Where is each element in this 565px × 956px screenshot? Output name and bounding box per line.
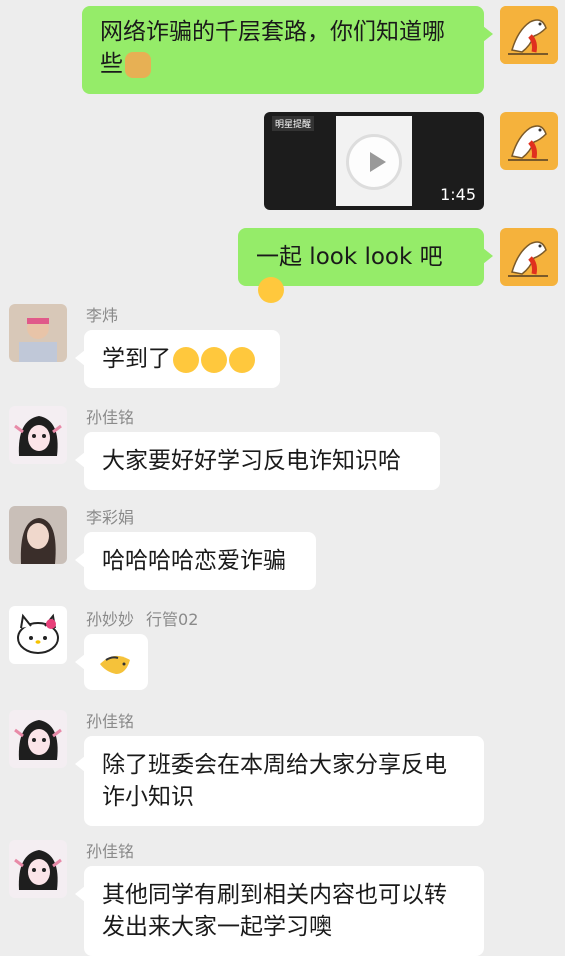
avatar[interactable] bbox=[9, 406, 67, 464]
sender-name: 李炜 bbox=[86, 306, 119, 325]
message-text: 其他同学有刷到相关内容也可以转发出来大家一起学习噢 bbox=[102, 882, 447, 940]
sender-name: 孙佳铭 bbox=[86, 408, 135, 427]
cartoon-avatar-icon bbox=[500, 228, 558, 286]
avatar[interactable] bbox=[9, 840, 67, 898]
message-bubble[interactable] bbox=[75, 634, 148, 690]
anime-girl-avatar-icon bbox=[9, 406, 67, 464]
sender-name: 孙妙妙 行管02 bbox=[86, 610, 198, 630]
message-bubble[interactable]: 除了班委会在本周给大家分享反电诈小知识 bbox=[75, 736, 484, 826]
message-bubble[interactable]: 哈哈哈哈恋爱诈骗 bbox=[75, 532, 316, 590]
message-bubble[interactable]: 网络诈骗的千层套路，你们知道哪些 bbox=[82, 6, 493, 94]
sender-name: 孙佳铭 bbox=[86, 842, 135, 861]
message-text: 学到了 bbox=[102, 346, 171, 372]
avatar[interactable] bbox=[500, 228, 558, 286]
message-text: 一起 look look 吧 bbox=[256, 244, 443, 270]
message-bubble[interactable]: 一起 look look 吧 bbox=[238, 228, 493, 303]
group-tag: 行管02 bbox=[146, 610, 199, 629]
dog-emoji-icon bbox=[125, 51, 151, 78]
sticker-icon bbox=[100, 655, 130, 674]
cartoon-avatar-icon bbox=[500, 6, 558, 64]
avatar[interactable] bbox=[9, 606, 67, 664]
hello-kitty-avatar-icon bbox=[9, 606, 67, 664]
message-text: 哈哈哈哈恋爱诈骗 bbox=[102, 548, 286, 574]
sender-name: 李彩娟 bbox=[86, 508, 135, 527]
message-text: 除了班委会在本周给大家分享反电诈小知识 bbox=[102, 752, 447, 810]
person-photo-avatar-icon bbox=[9, 304, 67, 362]
girl-photo-avatar-icon bbox=[9, 506, 67, 564]
play-icon[interactable] bbox=[346, 134, 402, 190]
avatar[interactable] bbox=[9, 304, 67, 362]
avatar[interactable] bbox=[9, 506, 67, 564]
winking-face-icon bbox=[258, 276, 284, 303]
face-with-hand-over-mouth-icon bbox=[173, 346, 199, 373]
face-with-hand-over-mouth-icon bbox=[229, 346, 255, 373]
message-text: 大家要好好学习反电诈知识哈 bbox=[102, 448, 401, 474]
message-bubble[interactable]: 大家要好好学习反电诈知识哈 bbox=[75, 432, 440, 490]
video-caption: 明星提醒 bbox=[272, 116, 315, 131]
avatar[interactable] bbox=[9, 710, 67, 768]
anime-girl-avatar-icon bbox=[9, 710, 67, 768]
message-bubble[interactable]: 其他同学有刷到相关内容也可以转发出来大家一起学习噢 bbox=[75, 866, 484, 956]
sender-name: 孙佳铭 bbox=[86, 712, 135, 731]
sender-name-text: 孙妙妙 bbox=[86, 610, 135, 629]
cartoon-avatar-icon bbox=[500, 112, 558, 170]
video-duration: 1:45 bbox=[440, 185, 476, 204]
message-text: 网络诈骗的千层套路，你们知道哪些 bbox=[100, 19, 445, 77]
avatar[interactable] bbox=[500, 6, 558, 64]
message-bubble[interactable]: 学到了 bbox=[75, 330, 280, 388]
anime-girl-avatar-icon bbox=[9, 840, 67, 898]
avatar[interactable] bbox=[500, 112, 558, 170]
video-thumbnail[interactable]: 明星提醒 1:45 bbox=[264, 112, 484, 210]
face-with-hand-over-mouth-icon bbox=[201, 346, 227, 373]
